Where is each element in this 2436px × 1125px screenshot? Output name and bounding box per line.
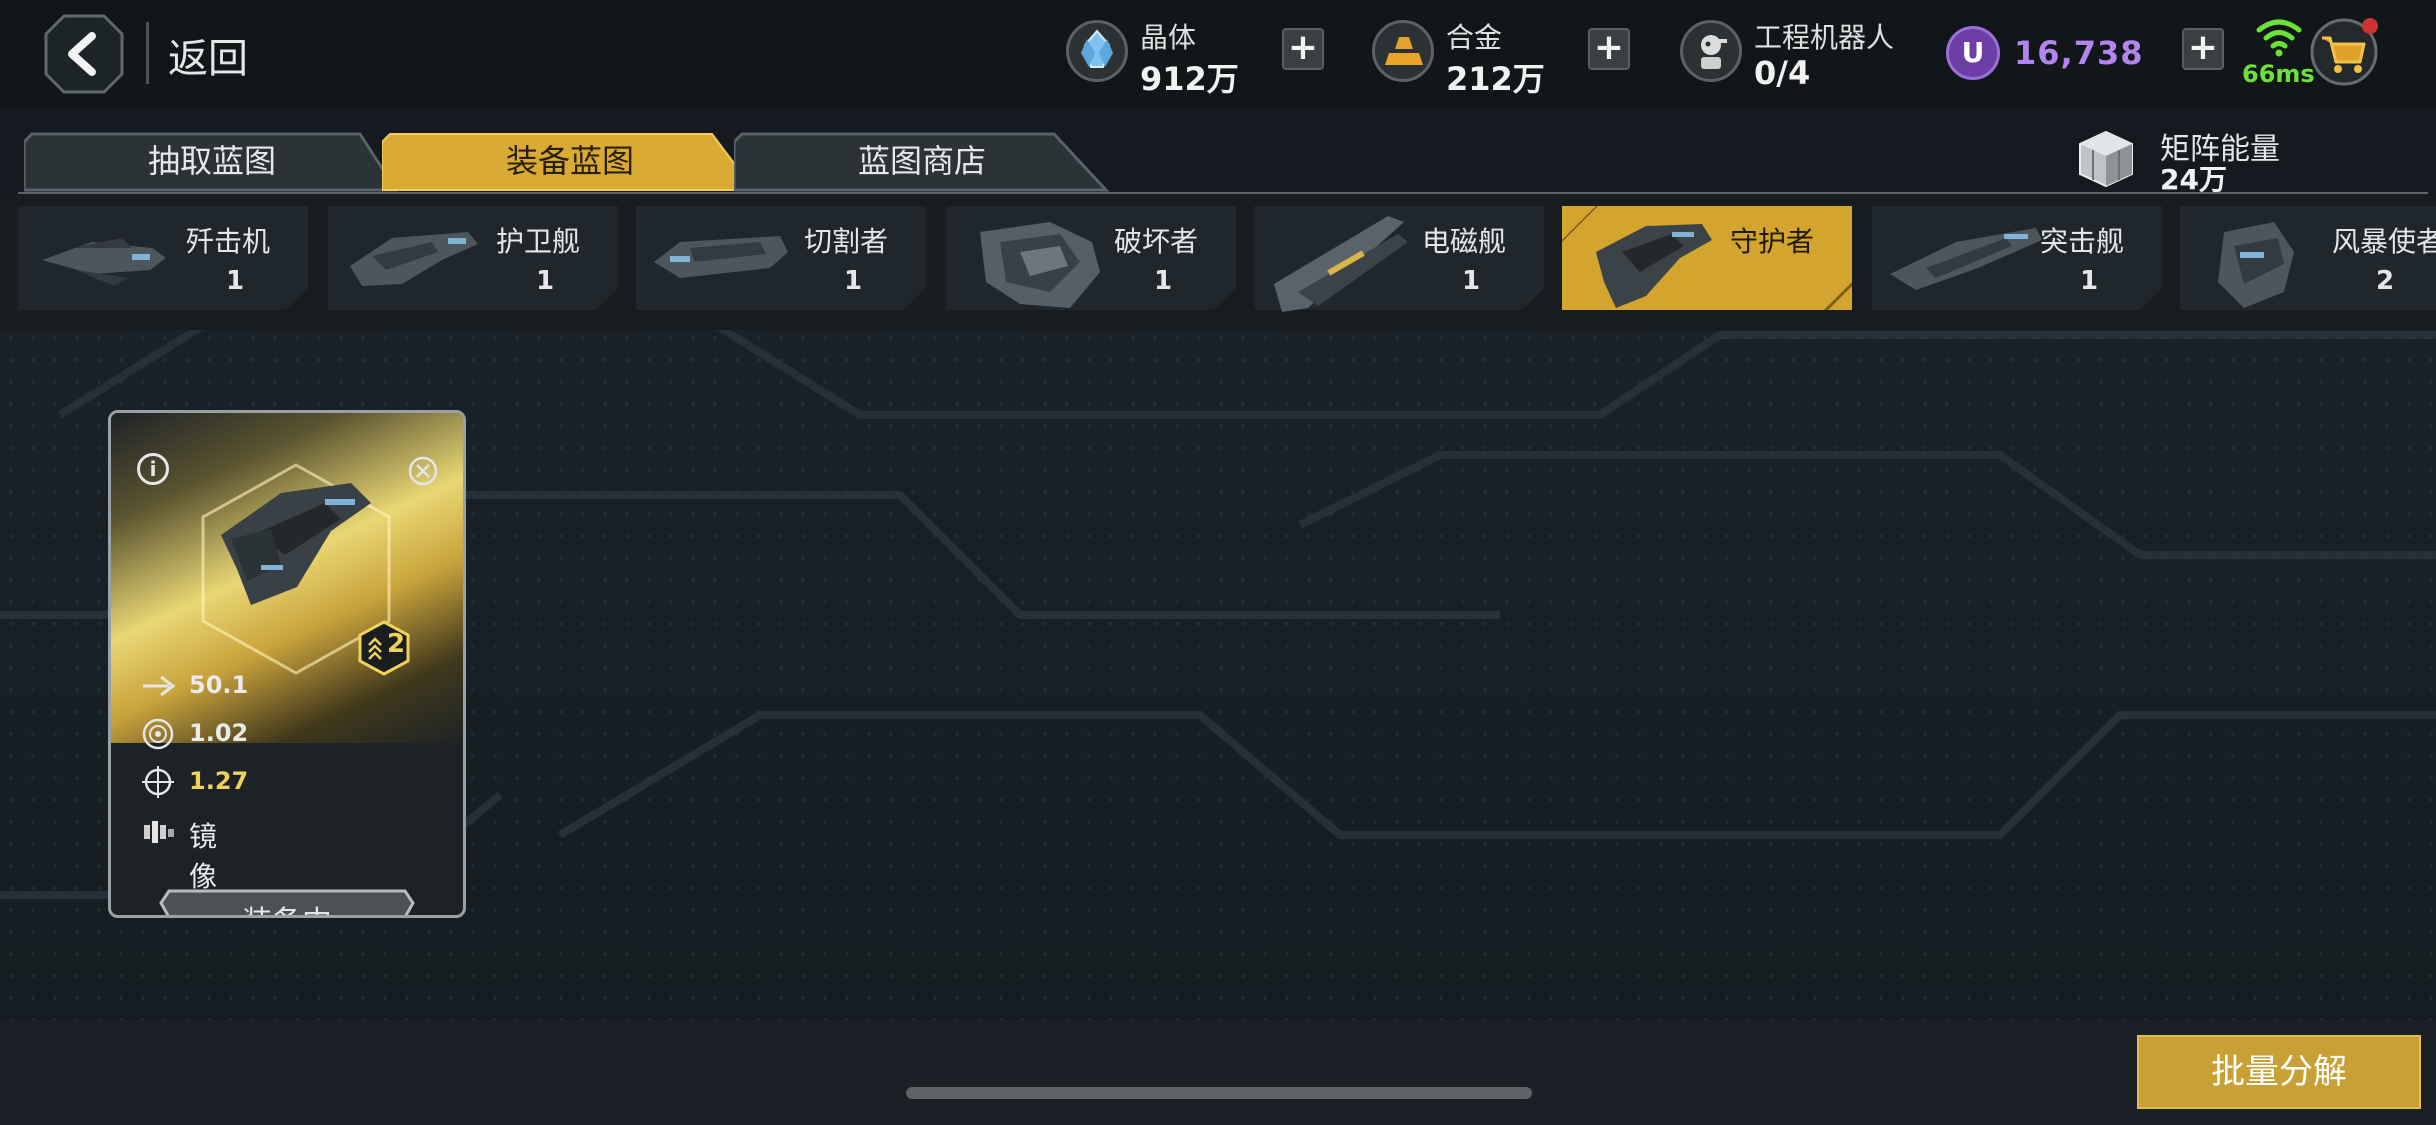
top-bar: 返回 晶体 912万 + 合金 212万 + 工程机器人 0/4 U 16,73… [0, 0, 2436, 110]
crystal-value: 912万 [1140, 60, 1239, 98]
robot-icon [1680, 20, 1742, 82]
notification-dot [2362, 18, 2378, 34]
ship-category-name: 风暴使者 [2332, 225, 2436, 258]
crosshair-icon [142, 766, 174, 798]
home-indicator[interactable] [906, 1087, 1532, 1099]
ship-category-count: 1 [536, 266, 555, 296]
ship-category-row: 歼击机 1 护卫舰 1 切割者 1 破坏者 1 电磁舰 1 守护者 突击舰 1 [0, 194, 2436, 330]
equipped-label: 装备中 [111, 897, 463, 915]
mirror-icon [144, 821, 174, 843]
resource-robot: 工程机器人 0/4 [1680, 12, 1920, 98]
ship-category-name: 电磁舰 [1422, 225, 1507, 258]
stormbringer-ship-icon [2218, 222, 2294, 308]
tab-extract-blueprint[interactable]: 抽取蓝图 [24, 132, 400, 192]
ship-category-assault[interactable]: 突击舰 1 [1872, 206, 2162, 310]
tab-equip-blueprint[interactable]: 装备蓝图 [382, 132, 758, 192]
ship-category-count: 1 [226, 266, 245, 296]
back-button[interactable] [44, 14, 124, 94]
cutter-ship-icon [654, 236, 788, 278]
ping-value: 66ms [2242, 60, 2315, 88]
alloy-label: 合金 [1446, 21, 1503, 54]
guardian-ship-icon [1596, 224, 1712, 308]
ship-category-name: 破坏者 [1114, 225, 1199, 258]
resource-alloy: 合金 212万 [1372, 12, 1545, 98]
shield-icon [142, 718, 174, 750]
ship-category-count: 1 [2080, 266, 2099, 296]
matrix-energy-value: 24万 [2160, 163, 2227, 196]
ship-category-cutter[interactable]: 切割者 1 [636, 206, 926, 310]
matrix-energy-icon [2079, 130, 2133, 188]
alloy-icon [1372, 20, 1434, 82]
robot-label: 工程机器人 [1754, 21, 1895, 54]
tab-label: 抽取蓝图 [147, 142, 276, 180]
arrow-icon [143, 675, 176, 697]
tab-blueprint-shop[interactable]: 蓝图商店 [734, 132, 1110, 192]
ship-category-count: 2 [2376, 266, 2395, 296]
stat-value: 镜像 [189, 820, 218, 893]
tab-label: 装备蓝图 [505, 142, 634, 180]
fighter-ship-icon [42, 238, 166, 286]
add-premium-button[interactable]: + [2182, 28, 2224, 70]
destroyer-ship-icon [980, 222, 1100, 308]
ship-category-guardian[interactable]: 守护者 [1562, 206, 1852, 310]
ship-category-count: 1 [844, 266, 863, 296]
wifi-icon [2256, 19, 2302, 57]
crystal-label: 晶体 [1140, 21, 1197, 54]
railgun-ship-icon [1274, 216, 1408, 312]
ship-category-destroyer[interactable]: 破坏者 1 [946, 206, 1236, 310]
escort-ship-icon [350, 232, 478, 286]
tab-label: 蓝图商店 [857, 142, 986, 180]
close-icon[interactable] [407, 455, 439, 487]
assault-ship-icon [1890, 228, 2042, 290]
ship-category-count: 1 [1154, 266, 1173, 296]
resource-crystal: 晶体 912万 [1066, 12, 1239, 98]
premium-currency-icon: U [1946, 26, 2000, 80]
premium-currency-value: 16,738 [2014, 34, 2144, 72]
guardian-ship-image [221, 483, 371, 605]
ship-category-fighter[interactable]: 歼击机 1 [18, 206, 308, 310]
robot-value: 0/4 [1754, 54, 1811, 92]
shop-cart-icon[interactable] [2308, 16, 2380, 86]
info-icon[interactable]: i [137, 453, 169, 485]
blueprint-card[interactable]: i 2 50.1 1.02 1.27 镜像 装备中 [108, 410, 466, 918]
ship-category-name: 守护者 [1730, 225, 1815, 258]
crystal-icon [1066, 20, 1128, 82]
ship-category-count: 1 [1462, 266, 1481, 296]
stat-value: 1.27 [189, 767, 249, 795]
rank-value: 2 [387, 629, 406, 659]
batch-dismantle-button[interactable]: 批量分解 [2137, 1035, 2421, 1109]
ship-category-stormbringer[interactable]: 风暴使者 2 [2180, 206, 2436, 310]
ship-category-name: 突击舰 [2040, 225, 2125, 258]
back-label[interactable]: 返回 [168, 26, 248, 84]
add-alloy-button[interactable]: + [1588, 28, 1630, 70]
ship-category-railgun[interactable]: 电磁舰 1 [1254, 206, 1544, 312]
ship-category-name: 切割者 [804, 225, 889, 258]
divider [146, 22, 149, 84]
add-crystal-button[interactable]: + [1282, 28, 1324, 70]
alloy-value: 212万 [1446, 60, 1545, 98]
ship-category-name: 歼击机 [186, 225, 271, 258]
footer-strip [0, 1020, 2436, 1125]
ship-category-escort[interactable]: 护卫舰 1 [328, 206, 618, 310]
stat-value: 1.02 [189, 719, 249, 747]
ship-category-name: 护卫舰 [496, 225, 581, 258]
stat-value: 50.1 [189, 671, 249, 699]
